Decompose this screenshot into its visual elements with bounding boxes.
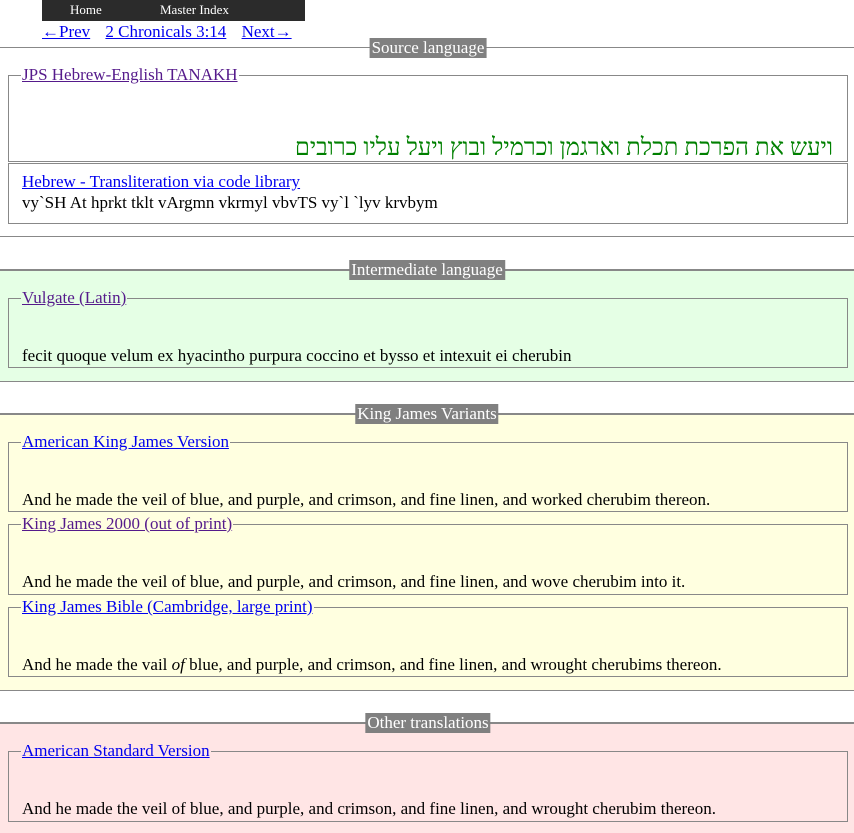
source-language-title: Source language xyxy=(369,38,487,58)
intermediate-language-title: Intermediate language xyxy=(349,260,505,280)
jps-tanakh-link[interactable]: JPS Hebrew-English TANAKH xyxy=(22,65,238,84)
kj2000-text: And he made the veil of blue, and purple… xyxy=(22,572,686,591)
vulgate-link[interactable]: Vulgate (Latin) xyxy=(22,288,126,307)
transliteration-link[interactable]: Hebrew - Transliteration via code librar… xyxy=(22,172,300,192)
akjv-text: And he made the veil of blue, and purple… xyxy=(22,490,711,509)
verse-reference-link[interactable]: 2 Chronicals 3:14 xyxy=(105,22,226,41)
kjb-cambridge-link[interactable]: King James Bible (Cambridge, large print… xyxy=(22,597,313,616)
top-nav-bar: Home Master Index xyxy=(42,0,305,21)
akjv-link[interactable]: American King James Version xyxy=(22,432,229,451)
akjv-box: American King James Version And he made … xyxy=(8,432,848,512)
hebrew-verse-text: ויעש את הפרכת תכלת וארגמן וכרמיל ובוץ וי… xyxy=(294,135,833,161)
kj2000-box: King James 2000 (out of print) And he ma… xyxy=(8,514,848,595)
master-index-link[interactable]: Master Index xyxy=(160,2,229,18)
vulgate-text: fecit quoque velum ex hyacintho purpura … xyxy=(22,346,572,365)
kj2000-link[interactable]: King James 2000 (out of print) xyxy=(22,514,232,533)
transliteration-text: vy`SH At hprkt tklt vArgmn vkrmyl vbvTS … xyxy=(22,193,438,212)
kjv-variants-title: King James Variants xyxy=(355,404,499,424)
kjb-cambridge-box: King James Bible (Cambridge, large print… xyxy=(8,597,848,677)
verse-navigation: ←Prev 2 Chronicals 3:14 Next→ xyxy=(42,22,303,42)
transliteration-box: Hebrew - Transliteration via code librar… xyxy=(8,163,848,224)
other-translations-title: Other translations xyxy=(365,713,491,733)
asv-link[interactable]: American Standard Version xyxy=(22,741,210,760)
asv-box: American Standard Version And he made th… xyxy=(8,741,848,822)
vulgate-box: Vulgate (Latin) fecit quoque velum ex hy… xyxy=(8,288,848,368)
kjb-cambridge-text: And he made the vail of blue, and purple… xyxy=(22,655,722,674)
home-link[interactable]: Home xyxy=(70,2,102,18)
prev-link[interactable]: ←Prev xyxy=(42,22,90,41)
jps-tanakh-box: JPS Hebrew-English TANAKH ויעש את הפרכת … xyxy=(8,65,848,162)
next-link[interactable]: Next→ xyxy=(242,22,292,41)
asv-text: And he made the veil of blue, and purple… xyxy=(22,799,716,818)
